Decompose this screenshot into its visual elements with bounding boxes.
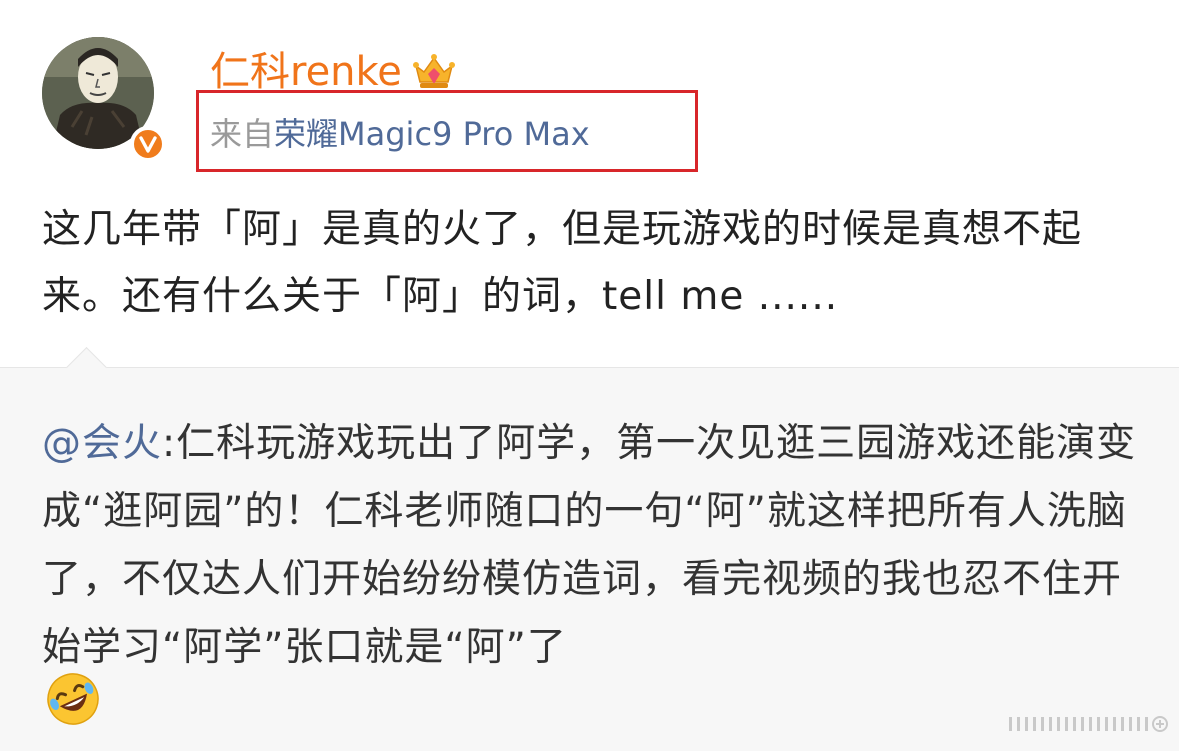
repost-area[interactable]: @会火:仁科玩游戏玩出了阿学，第一次见逛三园游戏还能演变成“逛阿园”的！仁科老师…: [0, 346, 1179, 751]
post-source[interactable]: 来自荣耀Magic9 Pro Max: [210, 112, 590, 156]
verified-badge: [130, 126, 166, 162]
repost-text: :仁科玩游戏玩出了阿学，第一次见逛三园游戏还能演变成“逛阿园”的！仁科老师随口的…: [42, 421, 1137, 670]
rolling-laughing-emoji-icon: [47, 673, 99, 725]
post-header: 仁科renke 来自荣耀Magic9 Pro Max: [0, 0, 1179, 180]
source-device[interactable]: 荣耀Magic9 Pro Max: [274, 115, 590, 153]
watermark-stripes-icon: [1009, 716, 1168, 732]
vip-crown-icon: [412, 54, 455, 88]
verified-v-icon: [139, 136, 157, 153]
repost-content: @会火:仁科玩游戏玩出了阿学，第一次见逛三园游戏还能演变成“逛阿园”的！仁科老师…: [42, 410, 1142, 682]
repost-mention[interactable]: @会火: [42, 421, 162, 466]
post-text: 这几年带「阿」是真的火了，但是玩游戏的时候是真想不起来。还有什么关于「阿」的词，…: [42, 207, 1083, 319]
source-prefix: 来自: [210, 115, 275, 153]
repost-pointer: [65, 346, 108, 389]
